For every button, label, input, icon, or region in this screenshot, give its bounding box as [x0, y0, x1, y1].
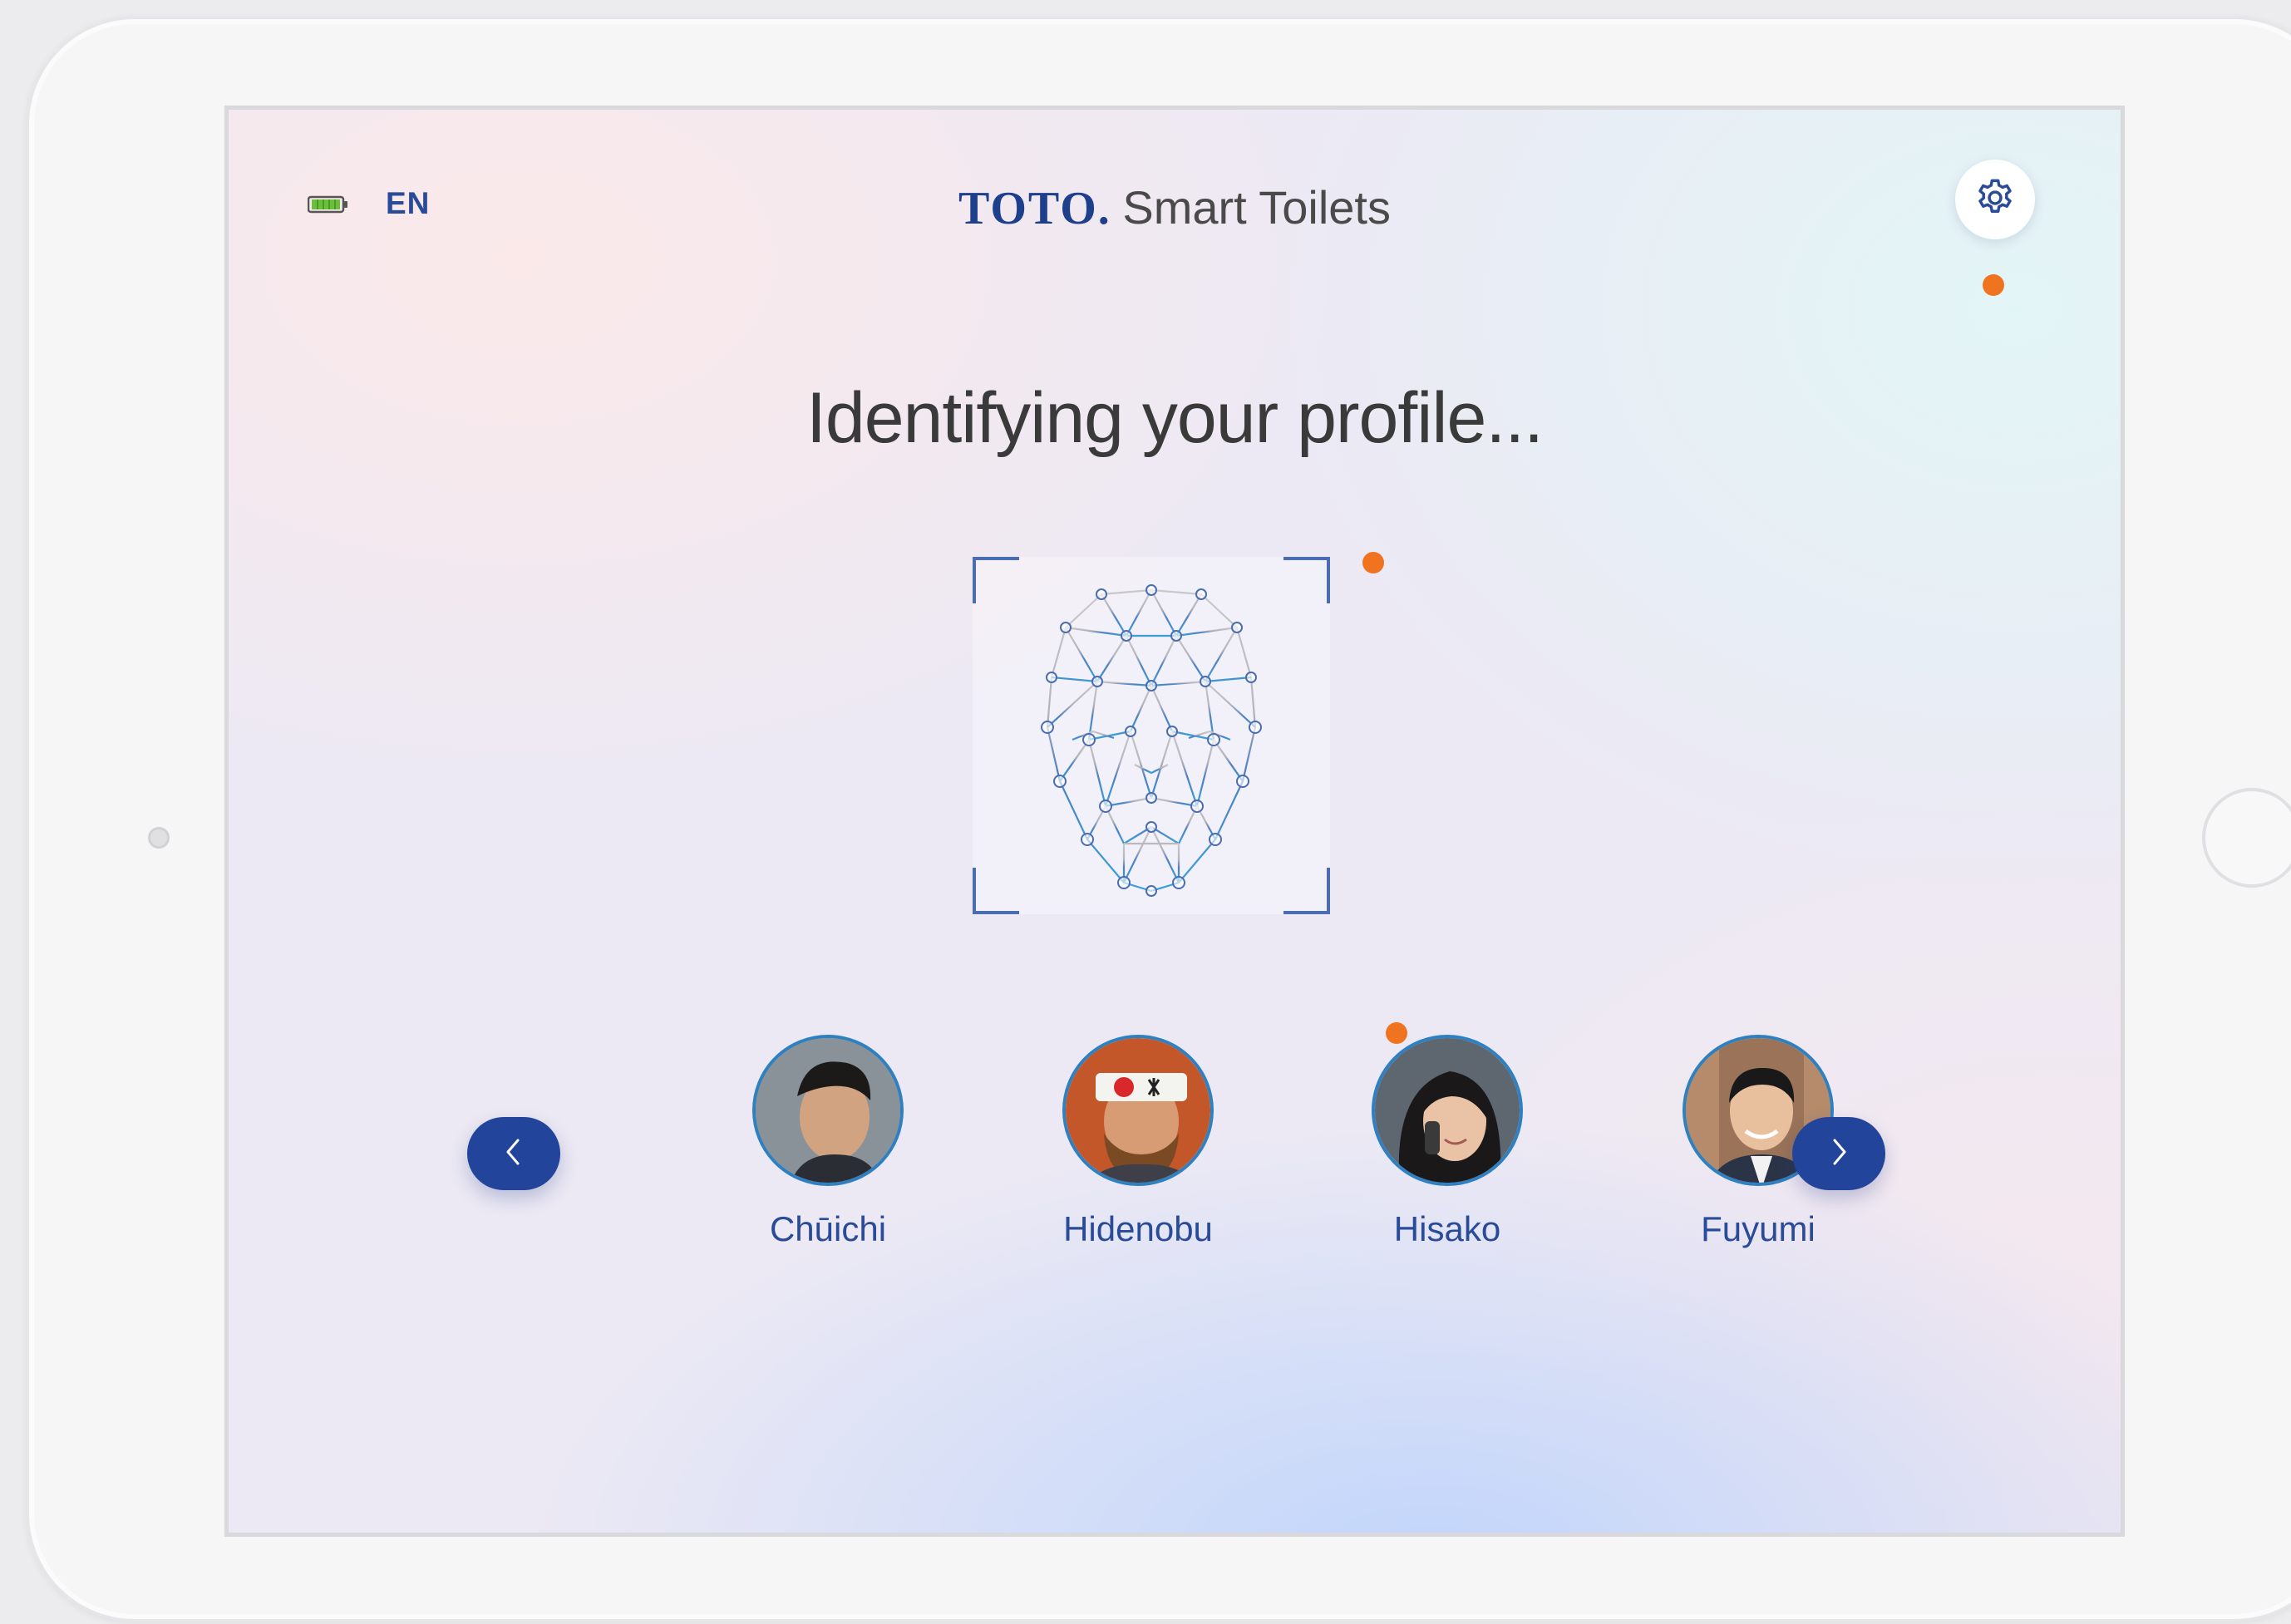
avatar[interactable]	[752, 1035, 904, 1186]
profile-card[interactable]: Hisako	[1339, 1035, 1555, 1249]
profile-name: Hidenobu	[1063, 1209, 1213, 1248]
home-button[interactable]	[2202, 788, 2291, 888]
brand-logo: TOTO	[958, 183, 1098, 234]
face-recognition-icon	[973, 557, 1330, 914]
profile-name: Hisako	[1393, 1209, 1501, 1248]
page-title: Identifying your profile...	[806, 378, 1544, 458]
chevron-left-icon	[501, 1135, 526, 1173]
brand-logo-dot: .	[1097, 183, 1110, 234]
front-camera	[148, 827, 170, 849]
avatar[interactable]	[1372, 1035, 1523, 1186]
profile-card[interactable]: Hidenobu	[1030, 1035, 1246, 1249]
carousel-next-button[interactable]	[1792, 1117, 1885, 1190]
profile-name: Fuyumi	[1701, 1209, 1816, 1248]
settings-button[interactable]	[1955, 160, 2035, 239]
app-screen: EN TOTO. Smart Toilets Identifying your …	[224, 106, 2125, 1537]
brand-name: Smart Toilets	[1122, 181, 1391, 234]
profile-card[interactable]: Chūichi	[720, 1035, 936, 1249]
app-brand: TOTO. Smart Toilets	[229, 180, 2121, 235]
profile-name: Chūichi	[769, 1209, 887, 1248]
hotspot-marker	[1983, 274, 2004, 296]
chevron-right-icon	[1826, 1135, 1851, 1173]
gear-icon	[1973, 176, 2017, 224]
hotspot-marker	[1386, 1022, 1407, 1044]
hotspot-marker	[1362, 552, 1384, 573]
avatar[interactable]	[1062, 1035, 1214, 1186]
carousel-prev-button[interactable]	[467, 1117, 560, 1190]
